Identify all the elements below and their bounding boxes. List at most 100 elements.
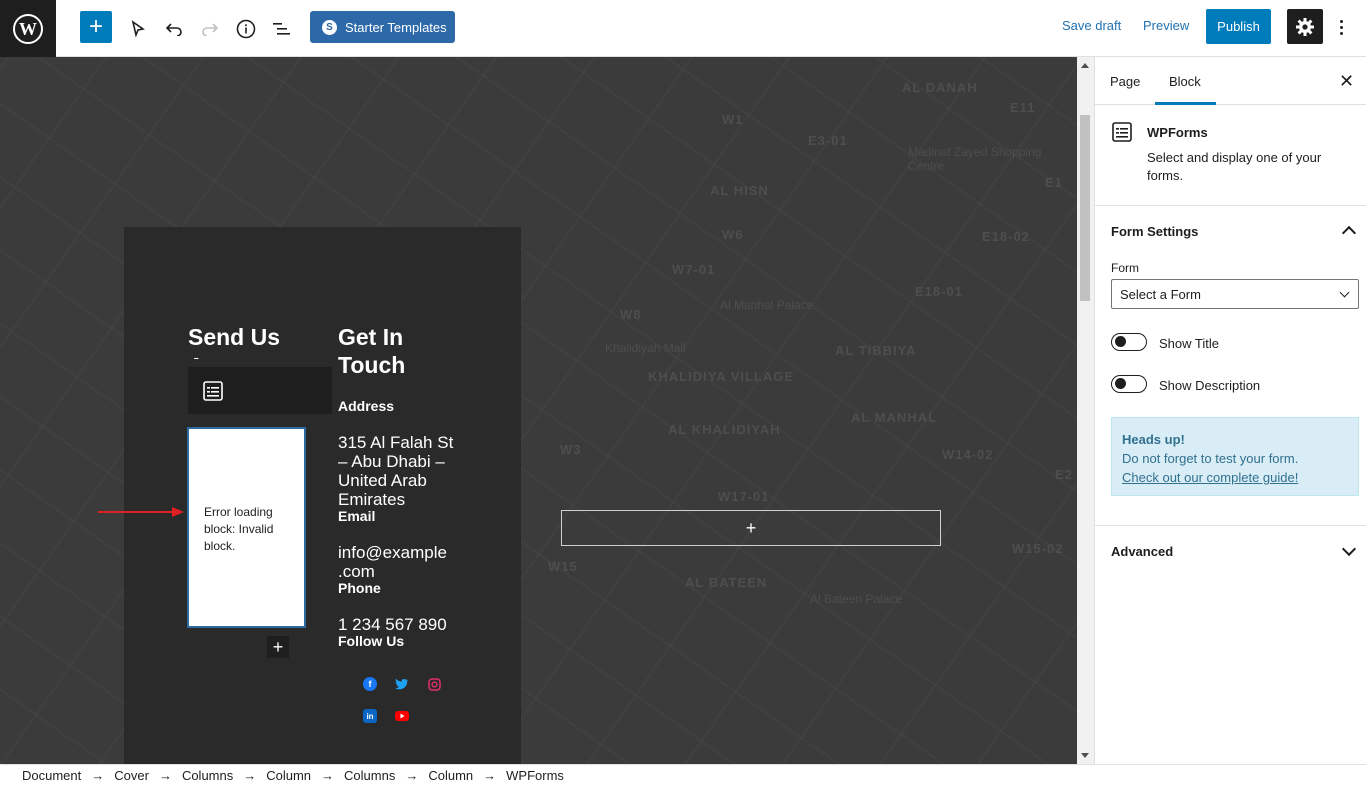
breadcrumb-item[interactable]: Column [266, 768, 311, 783]
block-description: Select and display one of your forms. [1147, 150, 1322, 183]
address-label[interactable]: Address [338, 398, 394, 414]
canvas-scrollbar[interactable] [1077, 57, 1094, 764]
map-label: W3 [560, 442, 582, 457]
map-label: AL MANHAL [851, 410, 938, 425]
complete-guide-link[interactable]: Check out our complete guide! [1122, 470, 1298, 485]
map-label: W14-02 [942, 447, 994, 462]
map-label: W15 [548, 559, 578, 574]
breadcrumb-item[interactable]: Columns [182, 768, 233, 783]
svg-text:W: W [19, 19, 37, 39]
divider [1095, 525, 1366, 526]
preview-button[interactable]: Preview [1143, 18, 1189, 33]
linkedin-icon[interactable]: in [363, 709, 377, 723]
red-arrow-annotation [98, 507, 184, 517]
block-title: WPForms [1147, 125, 1208, 140]
add-block-inline-button[interactable]: + [267, 636, 289, 658]
heads-up-notice: Heads up! Do not forget to test your for… [1111, 417, 1359, 496]
form-select-value: Select a Form [1120, 286, 1201, 302]
block-card: WPForms Select and display one of your f… [1095, 105, 1366, 206]
map-label: Al Bateen Palace [810, 592, 903, 606]
scroll-up-icon[interactable] [1081, 63, 1089, 68]
select-tool-icon[interactable] [122, 13, 154, 45]
editor-toolbar: W + S Starter Templates Save draft Previ… [0, 0, 1366, 57]
address-value[interactable]: 315 Al Falah St – Abu Dhabi – United Ara… [338, 433, 463, 509]
save-draft-button[interactable]: Save draft [1062, 18, 1121, 33]
map-label: E1 [1045, 175, 1063, 190]
map-label: KHALIDIYA VILLAGE [648, 369, 795, 384]
wpforms-icon [1112, 122, 1132, 142]
youtube-icon[interactable] [395, 709, 409, 723]
form-settings-panel-toggle[interactable]: Form Settings [1111, 224, 1198, 239]
tab-page[interactable]: Page [1110, 74, 1140, 89]
wpforms-block-icon[interactable] [202, 380, 224, 402]
breadcrumb-item[interactable]: Cover [114, 768, 149, 783]
chevron-down-icon [1339, 287, 1350, 298]
undo-icon[interactable] [158, 13, 190, 45]
breadcrumb-separator: → [405, 768, 419, 783]
tab-block[interactable]: Block [1169, 74, 1201, 89]
starter-templates-label: Starter Templates [345, 19, 447, 35]
map-label: AL KHALIDIYAH [668, 422, 781, 437]
advanced-panel-toggle[interactable]: Advanced [1111, 544, 1173, 559]
email-value[interactable]: info@example .com [338, 543, 463, 581]
chevron-up-icon[interactable] [1341, 225, 1357, 241]
settings-gear-icon[interactable] [1287, 9, 1323, 44]
show-description-label[interactable]: Show Description [1159, 378, 1260, 393]
phone-value[interactable]: 1 234 567 890 [338, 615, 463, 634]
form-label: Form [1111, 261, 1139, 275]
show-title-label[interactable]: Show Title [1159, 336, 1219, 351]
facebook-icon[interactable]: f [363, 677, 377, 691]
map-label: W17-01 [718, 489, 770, 504]
invalid-block-error[interactable]: Error loading block: Invalid block. [187, 427, 306, 628]
close-sidebar-icon[interactable]: ✕ [1339, 71, 1354, 92]
redo-icon[interactable] [194, 13, 226, 45]
chevron-down-icon[interactable] [1341, 541, 1357, 557]
map-label: AL DANAH [902, 80, 978, 95]
breadcrumb-separator: → [158, 768, 172, 783]
follow-us-label[interactable]: Follow Us [338, 633, 404, 649]
map-label: Khalidiyah Mall [605, 341, 686, 355]
phone-label[interactable]: Phone [338, 580, 381, 596]
starter-templates-icon: S [322, 19, 337, 35]
breadcrumb-item[interactable]: WPForms [506, 768, 564, 783]
map-label: E2 [1055, 467, 1073, 482]
map-label: E18-02 [982, 229, 1030, 244]
breadcrumb-separator: → [91, 768, 105, 783]
show-title-toggle[interactable] [1111, 333, 1147, 351]
add-block-button[interactable]: + [80, 11, 112, 43]
editor-canvas[interactable]: AL DANAH AL HISN AL TIBBIYA KHALIDIYA VILLA… [0, 57, 1077, 764]
scroll-down-icon[interactable] [1081, 753, 1089, 758]
get-in-touch-heading[interactable]: Get In Touch [338, 323, 458, 379]
wordpress-logo-icon[interactable]: W [0, 0, 56, 57]
map-label: Al Manhal Palace [720, 298, 814, 312]
send-us-heading[interactable]: Send Us A [188, 323, 298, 359]
map-label: W15-02 [1012, 541, 1064, 556]
block-breadcrumb: Document → Cover → Columns → Column → Columns → Co… [0, 764, 1366, 786]
notice-text: Do not forget to test your form. [1122, 451, 1299, 466]
starter-templates-button[interactable]: S Starter Templates [310, 11, 455, 43]
empty-column-add-block[interactable]: + [561, 510, 941, 546]
notice-title: Heads up! [1122, 432, 1185, 447]
list-view-icon[interactable] [266, 13, 298, 45]
twitter-icon[interactable] [395, 677, 409, 691]
instagram-icon[interactable] [427, 677, 441, 691]
form-select[interactable]: Select a Form [1111, 279, 1359, 309]
map-label: AL TIBBIYA [835, 343, 917, 358]
scrollbar-thumb[interactable] [1080, 115, 1090, 301]
breadcrumb-item[interactable]: Document [22, 768, 81, 783]
publish-button[interactable]: Publish [1206, 9, 1271, 44]
details-info-icon[interactable] [230, 13, 262, 45]
options-menu-icon[interactable] [1333, 14, 1349, 40]
show-description-toggle[interactable] [1111, 375, 1147, 393]
sidebar-tabs: Page Block ✕ [1095, 57, 1366, 105]
settings-sidebar: Page Block ✕ WPForms Select and display … [1094, 57, 1366, 764]
breadcrumb-separator: → [243, 768, 257, 783]
breadcrumb-item[interactable]: Columns [344, 768, 395, 783]
breadcrumb-separator: → [321, 768, 335, 783]
map-label: W7-01 [672, 262, 716, 277]
email-label[interactable]: Email [338, 508, 375, 524]
map-label: E3-01 [808, 133, 848, 148]
map-label: W8 [620, 307, 642, 322]
breadcrumb-item[interactable]: Column [428, 768, 473, 783]
block-toolbar[interactable] [188, 367, 332, 414]
